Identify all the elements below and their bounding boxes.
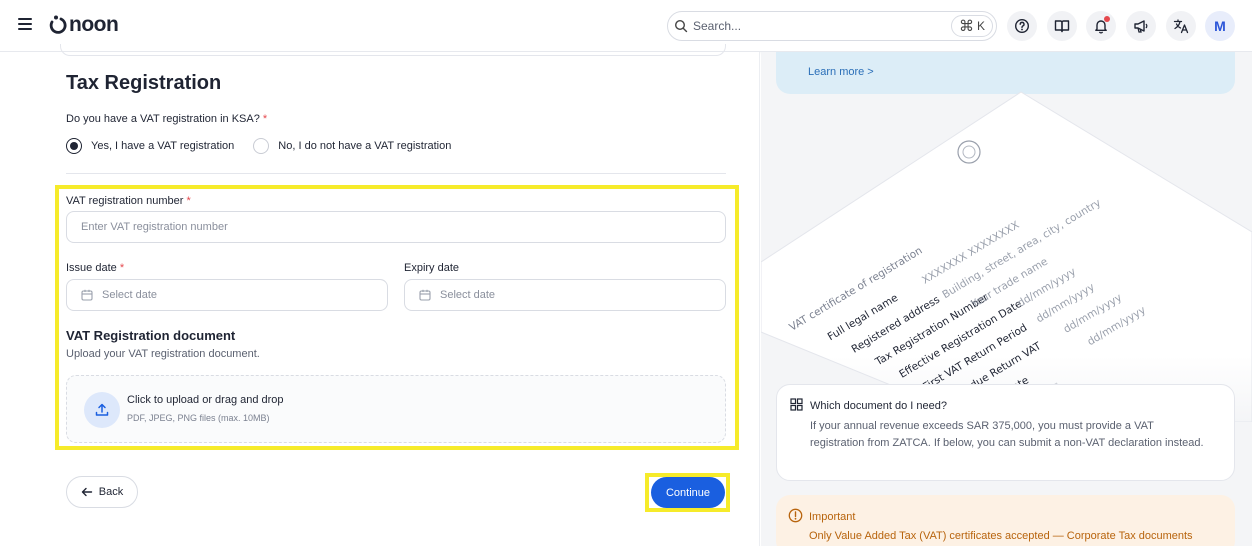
- page-title: Tax Registration: [66, 72, 222, 94]
- arrow-left-icon: [81, 487, 92, 497]
- vat-number-placeholder: Enter VAT registration number: [81, 221, 228, 233]
- radio-yes-vat[interactable]: [66, 138, 82, 154]
- upload-icon: [84, 392, 120, 428]
- book-icon: [1054, 20, 1070, 33]
- vat-number-label: VAT registration number *: [66, 195, 191, 207]
- menu-icon[interactable]: [18, 18, 32, 30]
- help-side-panel: Learn more > VAT certificate of registra…: [761, 52, 1252, 546]
- search-input[interactable]: Search... ⌘ K: [667, 11, 997, 41]
- which-document-title: Which document do I need?: [810, 400, 947, 412]
- issue-date-placeholder: Select date: [102, 289, 158, 301]
- calendar-icon: [419, 289, 431, 301]
- section-divider: [66, 173, 726, 174]
- logo-text: noon: [69, 13, 119, 36]
- search-icon: [674, 19, 688, 33]
- upload-constraints: PDF, JPEG, PNG files (max. 10MB): [127, 413, 270, 423]
- megaphone-icon: [1133, 20, 1147, 33]
- issue-date-input[interactable]: Select date: [66, 279, 388, 311]
- vat-document-title: VAT Registration document: [66, 328, 236, 343]
- language-button[interactable]: [1166, 11, 1196, 41]
- notification-dot: [1104, 16, 1110, 22]
- issue-date-label-text: Issue date: [66, 262, 117, 274]
- expiry-date-placeholder: Select date: [440, 289, 496, 301]
- which-document-card: Which document do I need? If your annual…: [776, 384, 1235, 481]
- announcements-button[interactable]: [1126, 11, 1156, 41]
- search-shortcut: ⌘ K: [951, 15, 993, 37]
- radio-no-label[interactable]: No, I do not have a VAT registration: [278, 140, 451, 152]
- back-button[interactable]: Back: [66, 476, 138, 508]
- logo-mark-icon: [49, 15, 67, 34]
- learn-more-link[interactable]: Learn more >: [808, 66, 874, 78]
- docs-button[interactable]: [1047, 11, 1077, 41]
- vat-question-label: Do you have a VAT registration in KSA? *: [66, 113, 267, 125]
- radio-yes-label[interactable]: Yes, I have a VAT registration: [91, 140, 234, 152]
- warning-info-icon: [788, 508, 803, 523]
- which-document-body: If your annual revenue exceeds SAR 375,0…: [810, 420, 1204, 449]
- required-marker: *: [119, 262, 125, 274]
- command-key-icon: ⌘: [958, 18, 974, 35]
- vat-number-input[interactable]: Enter VAT registration number: [66, 211, 726, 243]
- vat-number-label-text: VAT registration number: [66, 195, 184, 207]
- calendar-icon: [81, 289, 93, 301]
- vat-radio-group: Yes, I have a VAT registration No, I do …: [66, 138, 451, 154]
- help-icon: [1014, 18, 1030, 34]
- expiry-date-input[interactable]: Select date: [404, 279, 726, 311]
- notifications-button[interactable]: [1086, 11, 1116, 41]
- search-placeholder: Search...: [693, 19, 742, 33]
- important-notice-card: Important Only Value Added Tax (VAT) cer…: [776, 495, 1235, 546]
- back-label: Back: [98, 486, 124, 498]
- shortcut-key: K: [976, 19, 985, 33]
- translate-icon: [1173, 19, 1188, 34]
- expiry-date-label: Expiry date: [404, 262, 460, 274]
- vat-certificate-illustration: VAT certificate of registration Full leg…: [761, 91, 1252, 422]
- issue-date-label: Issue date *: [66, 262, 124, 274]
- radio-no-vat[interactable]: [253, 138, 270, 154]
- help-button[interactable]: [1007, 11, 1037, 41]
- user-avatar[interactable]: M: [1205, 11, 1235, 41]
- important-body: Only Value Added Tax (VAT) certificates …: [809, 530, 1193, 542]
- tax-registration-form: Tax Registration Do you have a VAT regis…: [0, 44, 760, 546]
- vat-question-text: Do you have a VAT registration in KSA?: [66, 113, 260, 125]
- file-upload-dropzone[interactable]: Click to upload or drag and drop PDF, JP…: [66, 375, 726, 443]
- grid-icon: [790, 398, 803, 411]
- continue-button[interactable]: Continue: [651, 477, 725, 508]
- logo[interactable]: noon: [48, 12, 119, 38]
- vat-document-subtitle: Upload your VAT registration document.: [66, 348, 260, 360]
- important-title: Important: [809, 511, 856, 523]
- required-marker: *: [186, 195, 191, 207]
- upload-instruction: Click to upload or drag and drop: [127, 394, 284, 406]
- required-marker: *: [262, 113, 268, 125]
- previous-card-edge: [60, 44, 726, 56]
